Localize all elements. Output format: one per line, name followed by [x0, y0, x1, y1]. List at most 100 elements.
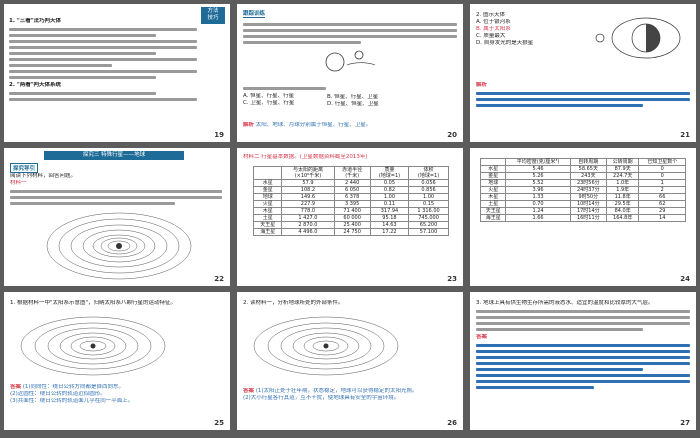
- table-cell: 3.96: [505, 186, 571, 194]
- slide-thumbnail-27[interactable]: 3. 地球上具有供生物生存所需的液态水、适宜的温度和比较厚的大气层。 答案 27: [470, 292, 696, 430]
- table-row: 天王星 1.24 17时14分 84.0年 29: [479, 207, 686, 215]
- answer-line-2: (2)近圆性：绕日公转的轨道近似圆形。: [10, 391, 106, 397]
- table-row: 土星 1 427.0 60 000 95.18 745.000: [252, 214, 449, 222]
- table-cell: 2 440: [333, 179, 371, 187]
- table-cell: 0.15: [408, 200, 449, 208]
- table-cell: 60 000: [333, 214, 371, 222]
- table-cell: 2: [638, 186, 686, 194]
- table-cell: 0.82: [369, 186, 410, 194]
- table-cell: 66: [638, 193, 686, 201]
- slide-thumbnail-25[interactable]: 1. 根据材料一中"太阳系示意图"，归纳太阳系八颗行星的运动特征。 答案 (1)…: [4, 292, 230, 430]
- table-cell: 71 400: [333, 207, 371, 215]
- table-row: 水星 5.46 58.65天 87.9天 0: [479, 165, 686, 173]
- table-cell: 木星: [252, 207, 283, 215]
- table-cell: 14: [638, 214, 686, 222]
- table-cell: 0.70: [505, 200, 571, 208]
- table-cell: 17时14分: [569, 207, 607, 215]
- table-row: 金星 5.26 243天 224.7天 0: [479, 172, 686, 180]
- option-d[interactable]: D. 行星、恒星、卫星: [327, 101, 437, 108]
- slide-thumbnail-23[interactable]: 材料二 行星基本数据。(卫星数据资料截至2013年) 与太阳的距离 (×10⁶千…: [237, 148, 463, 286]
- table-cell: 3 395: [333, 200, 371, 208]
- solar-system-diagram: [253, 316, 399, 376]
- table-cell: 天王星: [479, 207, 507, 215]
- page-number: 21: [680, 131, 690, 139]
- table-cell: 25 400: [333, 221, 371, 229]
- table-cell: 58.65天: [569, 165, 607, 173]
- table-cell: 0.11: [369, 200, 410, 208]
- option-d[interactable]: D. 自身发光的是天狼星: [476, 40, 586, 47]
- table-cell: 1.00: [369, 193, 410, 201]
- table-header-cell: 自转周期: [569, 158, 607, 166]
- option-a[interactable]: A. 位于银河系: [476, 19, 586, 26]
- table-cell: 0.05: [369, 179, 410, 187]
- table-cell: 4 496.0: [281, 228, 335, 236]
- table-cell: 29: [638, 207, 686, 215]
- earth-moon-diagram: [325, 50, 376, 72]
- answer-line-2: (2)大小行星各行其道，互不干扰，使地球具有安全的宇宙环境。: [243, 395, 400, 401]
- table-cell: 火星: [252, 200, 283, 208]
- slide-thumbnail-21[interactable]: 2. 图示天体 A. 位于银河系 B. 属于太阳系 C. 质量最大 D. 自身发…: [470, 4, 696, 142]
- table-row: 火星 227.9 3 395 0.11 0.15: [252, 200, 449, 208]
- page-number: 27: [680, 419, 690, 427]
- option-b[interactable]: B. 恒星、行星、卫星: [327, 94, 437, 101]
- answer-line-1: (1)太阳正处于壮年期，状态稳定，地球可以获得稳定的太阳光照。: [255, 388, 418, 394]
- table-cell: 87.9天: [605, 165, 640, 173]
- page-number: 25: [214, 419, 224, 427]
- table-row: 海王星 4 496.0 24 750 17.22 57.100: [252, 228, 449, 236]
- slide-thumbnail-20[interactable]: 跟踪训练 A. 恒星、行星、行星 C. 卫星、行星、行星 B. 恒星、行星、卫星…: [237, 4, 463, 142]
- table-cell: 149.6: [281, 193, 335, 201]
- table-cell: 海王星: [252, 228, 283, 236]
- intro-text: 阅读下列材料，回答问题。: [10, 173, 77, 179]
- table-cell: 1.66: [505, 214, 571, 222]
- table-cell: 0: [638, 165, 686, 173]
- option-b[interactable]: B. 属于太阳系: [476, 26, 586, 33]
- question-text: 2. 图示天体: [476, 12, 505, 18]
- table-cell: 65.200: [408, 221, 449, 229]
- option-c[interactable]: C. 质量最大: [476, 33, 586, 40]
- table-cell: 木星: [479, 193, 507, 201]
- table-cell: 地球: [479, 179, 507, 187]
- answer-line-3: (3)共面性：绕日公转的轨道面几乎在同一平面上。: [10, 398, 134, 404]
- slide-thumbnail-19[interactable]: 方法 技巧 1. "三看"法巧判天体 2. "两看"判天体系统 19: [4, 4, 230, 142]
- table-cell: 84.0年: [605, 207, 640, 215]
- page-number: 26: [447, 419, 457, 427]
- table-cell: 23时56分: [569, 179, 607, 187]
- slide-thumbnail-22[interactable]: 探究三 特殊行星——地球 探究导引 阅读下列材料，回答问题。 材料一 22: [4, 148, 230, 286]
- solar-system-diagram: [46, 212, 192, 280]
- table-cell: 243天: [569, 172, 607, 180]
- table-cell: 1.9年: [605, 186, 640, 194]
- table-row: 地球 149.6 6 378 1.00 1.00: [252, 193, 449, 201]
- table-cell: 17.22: [369, 228, 410, 236]
- solar-system-diagram: [20, 316, 166, 376]
- table-cell: 227.9: [281, 200, 335, 208]
- table-cell: 土星: [252, 214, 283, 222]
- answer-label: 答案: [10, 384, 22, 390]
- table-header-cell: 已知卫星数个: [638, 158, 686, 166]
- page-number: 22: [214, 275, 224, 283]
- table-row: 金星 108.2 6 050 0.82 0.856: [252, 186, 449, 194]
- question-text: 2. 读材料一，分析地球所处的外部条件。: [243, 300, 344, 306]
- table-row: 地球 5.52 23时56分 1.0年 1: [479, 179, 686, 187]
- table-cell: 6 050: [333, 186, 371, 194]
- table-cell: 57.9: [281, 179, 335, 187]
- practice-tag: 跟踪训练: [243, 11, 266, 18]
- table-header-cell: 赤道半径 (千米): [333, 166, 371, 180]
- table-cell: 1 427.0: [281, 214, 335, 222]
- table-cell: 1.24: [505, 207, 571, 215]
- table-header-cell: 体积 (地球=1): [408, 166, 449, 180]
- table-cell: 金星: [479, 172, 507, 180]
- table-cell: 0.856: [408, 186, 449, 194]
- table-cell: 金星: [252, 186, 283, 194]
- slide-thumbnail-24[interactable]: 平均密度(克/厘米³) 自转周期 公转周期 已知卫星数个 水星 5.46 58.65天 87…: [470, 148, 696, 286]
- table-cell: 224.7天: [605, 172, 640, 180]
- slide-thumbnail-26[interactable]: 2. 读材料一，分析地球所处的外部条件。 答案 (1)太阳正处于壮年期，状态稳定…: [237, 292, 463, 430]
- table-row: 水星 57.9 2 440 0.05 0.056: [252, 179, 449, 187]
- answer-text: 太阳、地球、月球分别属于恒星、行星、卫星。: [255, 122, 372, 128]
- table-cell: 29.5年: [605, 200, 640, 208]
- table-cell: 1.00: [408, 193, 449, 201]
- table-cell: 5.26: [505, 172, 571, 180]
- table-header-cell: 与太阳的距离 (×10⁶千米): [281, 166, 335, 180]
- table-row: 木星 1.33 9时50分 11.8年 66: [479, 193, 686, 201]
- table-cell: 745.000: [408, 214, 449, 222]
- page-number: 19: [214, 131, 224, 139]
